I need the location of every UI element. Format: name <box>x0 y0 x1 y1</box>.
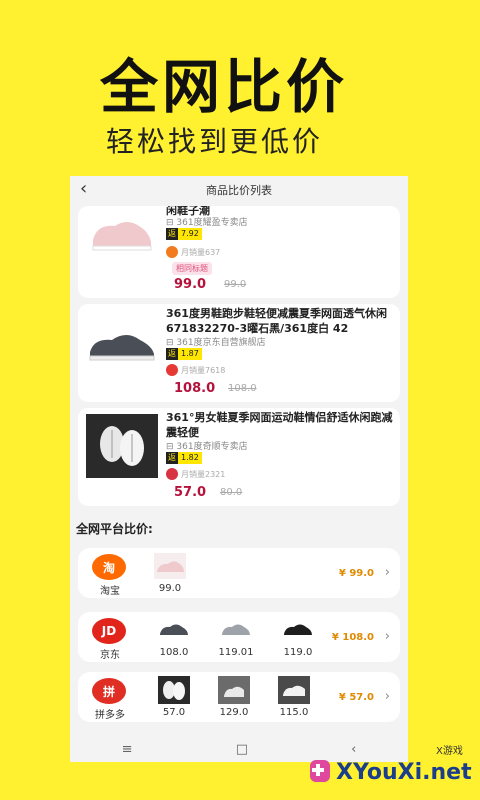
watermark-top-text: X游戏 <box>436 746 463 757</box>
thumb-black-sneaker <box>282 616 314 644</box>
store-name: ⊟ 361度奇顺专卖店 <box>166 442 248 452</box>
menu-icon[interactable]: ≡ <box>122 742 133 757</box>
item-price: 99.0 <box>158 583 182 594</box>
chevron-right-icon[interactable]: › <box>385 629 390 644</box>
product-image-pink-sneaker <box>86 206 158 264</box>
product-title: 361°男女鞋夏季网面运动鞋情侣舒适休闲跑减震轻便 <box>166 411 393 439</box>
rebate-badge: 返 1.82 <box>166 452 202 464</box>
thumb-light-gray-sneaker <box>220 616 252 644</box>
gamepad-logo-icon <box>310 760 330 782</box>
compare-section-title: 全网平台比价: <box>76 522 153 536</box>
rebate-value: 1.87 <box>178 348 202 360</box>
rebate-value: 7.92 <box>178 228 202 240</box>
product-card[interactable]: 闲鞋子潮 ⊟ 361度耀盈专卖店 返 7.92 月销量637 相同标题 99.0… <box>78 206 400 298</box>
jd-logo-icon: JD <box>92 618 126 644</box>
home-icon[interactable]: □ <box>236 742 248 757</box>
hero-title: 全网比价 <box>100 53 349 121</box>
watermark: X游戏 XYouXi.net <box>308 740 480 800</box>
thumb-gray-sneaker <box>158 616 190 644</box>
best-price: ¥ 57.0 <box>338 692 374 703</box>
hero-subtitle: 轻松找到更低价 <box>106 125 324 158</box>
price: 57.0 <box>174 485 207 500</box>
taobao-icon <box>166 246 178 258</box>
platform-row-pinduoduo[interactable]: 拼 拼多多 57.0 129.0 115.0 ¥ 57.0 › <box>78 672 400 722</box>
old-price: 80.0 <box>220 487 243 498</box>
platform-name: 淘宝 <box>100 586 120 597</box>
pinduoduo-icon <box>166 468 178 480</box>
old-price: 108.0 <box>228 383 257 394</box>
chevron-right-icon[interactable]: › <box>385 565 390 580</box>
product-image-gray-sneaker <box>86 314 158 378</box>
item-price: 115.0 <box>279 707 309 718</box>
sales-info: 月销量637 <box>166 246 220 258</box>
item-price: 119.01 <box>218 647 254 658</box>
thumb-pink-sneaker <box>154 552 186 580</box>
thumb-white-sneakers <box>158 676 190 704</box>
item-price: 119.0 <box>283 647 313 658</box>
sales-count: 月销量2321 <box>181 469 226 479</box>
best-price: ¥ 108.0 <box>331 632 374 643</box>
sales-count: 月销量7618 <box>181 365 226 375</box>
watermark-text: XYouXi.net <box>336 760 472 785</box>
old-price: 99.0 <box>224 279 247 290</box>
taobao-logo-icon: 淘 <box>92 554 126 580</box>
phone-screen: ‹ 商品比价列表 闲鞋子潮 ⊟ 361度耀盈专卖店 返 7.92 月销量637 … <box>70 176 408 762</box>
thumb-white-sneaker <box>278 676 310 704</box>
platform-row-jd[interactable]: JD 京东 108.0 119.01 119.0 ¥ 108.0 › <box>78 612 400 662</box>
rebate-tag: 返 <box>166 452 178 464</box>
chevron-right-icon[interactable]: › <box>385 689 390 704</box>
store-name: ⊟ 361度耀盈专卖店 <box>166 218 248 228</box>
platform-name: 拼多多 <box>95 710 125 721</box>
sales-count: 月销量637 <box>181 247 221 257</box>
item-price: 108.0 <box>159 647 189 658</box>
best-price: ¥ 99.0 <box>338 568 374 579</box>
item-price: 57.0 <box>162 707 186 718</box>
rebate-value: 1.82 <box>178 452 202 464</box>
pinduoduo-logo-icon: 拼 <box>92 678 126 704</box>
item-price: 129.0 <box>219 707 249 718</box>
rebate-badge: 返 7.92 <box>166 228 202 240</box>
top-bar: ‹ 商品比价列表 <box>70 176 408 202</box>
store-name: ⊟ 361度京东自营旗舰店 <box>166 338 266 348</box>
price: 108.0 <box>174 381 216 396</box>
sales-info: 月销量2321 <box>166 468 225 480</box>
product-image-white-sneakers <box>86 414 158 478</box>
rebate-badge: 返 1.87 <box>166 348 202 360</box>
same-title-label: 相同标题 <box>172 262 212 275</box>
sales-info: 月销量7618 <box>166 364 225 376</box>
thumb-walking-shoes <box>218 676 250 704</box>
jd-icon <box>166 364 178 376</box>
rebate-tag: 返 <box>166 348 178 360</box>
rebate-tag: 返 <box>166 228 178 240</box>
product-title: 361度男鞋跑步鞋轻便减震夏季网面透气休闲 671832270-3曜石黑/361… <box>166 307 387 335</box>
platform-row-taobao[interactable]: 淘 淘宝 99.0 ¥ 99.0 › <box>78 548 400 598</box>
price: 99.0 <box>174 277 207 292</box>
product-card[interactable]: 361度男鞋跑步鞋轻便减震夏季网面透气休闲 671832270-3曜石黑/361… <box>78 304 400 402</box>
product-card[interactable]: 361°男女鞋夏季网面运动鞋情侣舒适休闲跑减震轻便 ⊟ 361度奇顺专卖店 返 … <box>78 408 400 506</box>
page-title: 商品比价列表 <box>206 184 272 197</box>
platform-name: 京东 <box>100 650 120 661</box>
